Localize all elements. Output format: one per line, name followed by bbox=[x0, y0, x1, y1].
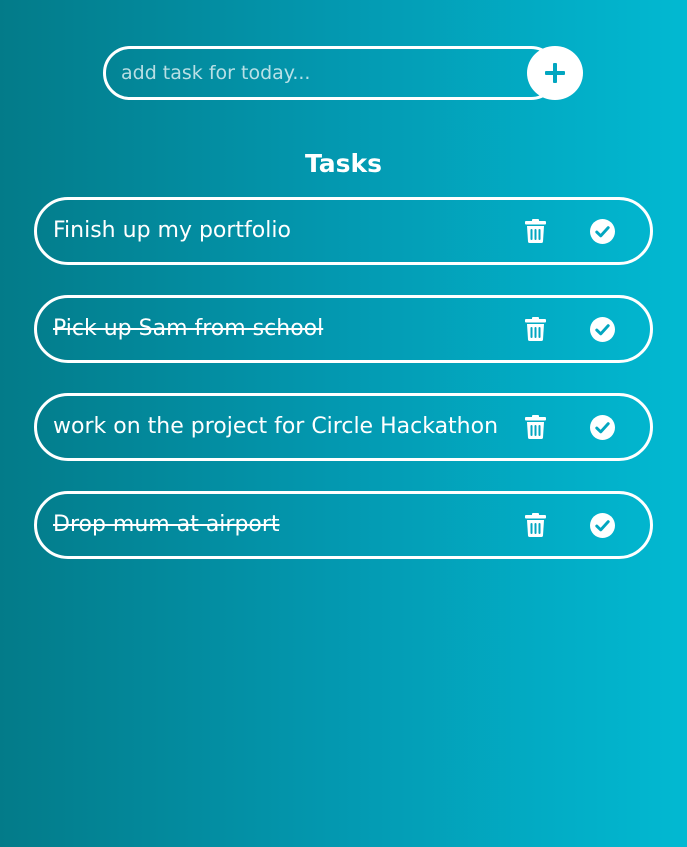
complete-task-button[interactable] bbox=[588, 511, 616, 539]
task-item: Pick up Sam from school bbox=[34, 295, 653, 363]
check-circle-icon bbox=[589, 414, 615, 440]
task-item: Drop mum at airport bbox=[34, 491, 653, 559]
task-text: Pick up Sam from school bbox=[53, 316, 324, 341]
trash-icon bbox=[524, 219, 546, 243]
add-task-button[interactable] bbox=[527, 46, 583, 100]
delete-task-button[interactable] bbox=[521, 217, 549, 245]
delete-task-button[interactable] bbox=[521, 413, 549, 441]
task-text: work on the project for Circle Hackathon bbox=[53, 414, 499, 439]
complete-task-button[interactable] bbox=[588, 413, 616, 441]
check-circle-icon bbox=[589, 218, 615, 244]
delete-task-button[interactable] bbox=[521, 511, 549, 539]
complete-task-button[interactable] bbox=[588, 315, 616, 343]
task-text: Finish up my portfolio bbox=[53, 218, 291, 243]
add-task-input[interactable] bbox=[103, 46, 558, 100]
delete-task-button[interactable] bbox=[521, 315, 549, 343]
task-list: Finish up my portfolio Pick up Sam from … bbox=[34, 197, 653, 589]
task-text: Drop mum at airport bbox=[53, 512, 280, 537]
plus-icon bbox=[545, 63, 565, 83]
trash-icon bbox=[524, 415, 546, 439]
tasks-heading: Tasks bbox=[304, 149, 383, 178]
check-circle-icon bbox=[589, 316, 615, 342]
trash-icon bbox=[524, 513, 546, 537]
add-task-form bbox=[103, 46, 583, 100]
complete-task-button[interactable] bbox=[588, 217, 616, 245]
task-item: work on the project for Circle Hackathon bbox=[34, 393, 653, 461]
trash-icon bbox=[524, 317, 546, 341]
check-circle-icon bbox=[589, 512, 615, 538]
task-item: Finish up my portfolio bbox=[34, 197, 653, 265]
